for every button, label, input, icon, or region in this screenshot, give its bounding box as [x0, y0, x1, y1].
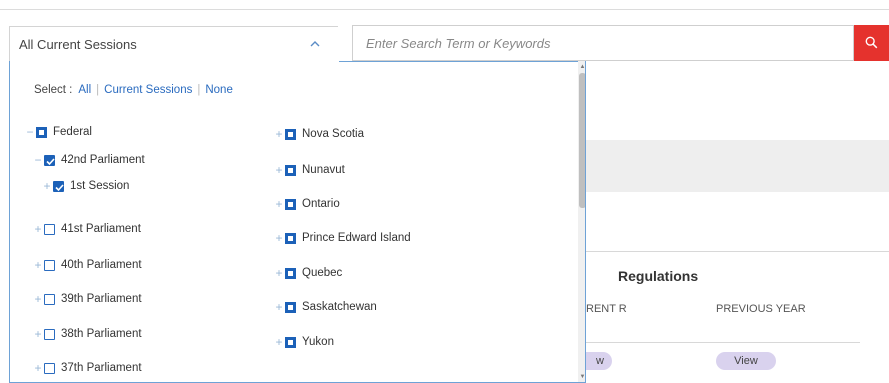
checkbox[interactable]: [285, 267, 296, 279]
regulations-heading: Regulations: [618, 268, 699, 284]
tree-node[interactable]: − 42nd Parliament: [34, 153, 145, 167]
checkbox[interactable]: [44, 293, 55, 305]
select-label: Select :: [34, 84, 73, 96]
checkbox[interactable]: [285, 198, 296, 210]
expand-toggle-icon[interactable]: +: [34, 258, 42, 272]
search-button[interactable]: [854, 25, 889, 61]
separator: |: [197, 84, 201, 96]
tree-node-label: 1st Session: [70, 180, 130, 192]
scroll-thumb[interactable]: [579, 73, 585, 208]
expand-toggle-icon[interactable]: +: [34, 361, 42, 375]
tree-node-label: Quebec: [302, 267, 343, 279]
tree-node-label: 40th Parliament: [61, 259, 142, 271]
tree-node-label: Ontario: [302, 198, 340, 210]
tree-node[interactable]: + Quebec: [275, 266, 342, 280]
checkbox[interactable]: [44, 223, 55, 235]
tree-node[interactable]: +1st Session: [43, 179, 129, 193]
chevron-up-icon: [310, 41, 320, 47]
checkmark-icon: [46, 157, 55, 165]
checkbox[interactable]: [285, 128, 296, 140]
select-none-link[interactable]: None: [205, 84, 233, 96]
tree-node-label: Nunavut: [302, 164, 345, 176]
dropdown-scrollbar[interactable]: ▲ ▼: [578, 61, 585, 382]
tree-node-label: 37th Parliament: [61, 362, 142, 374]
scroll-up-arrow-icon[interactable]: ▲: [579, 63, 585, 71]
expand-toggle-icon[interactable]: +: [275, 266, 283, 280]
tree-node-label: Nova Scotia: [302, 128, 365, 140]
tree-node[interactable]: +40th Parliament: [34, 258, 142, 272]
expand-toggle-icon[interactable]: −: [26, 125, 34, 139]
expand-toggle-icon[interactable]: +: [43, 179, 51, 193]
tree-node-label: Prince Edward Island: [302, 232, 411, 244]
checkbox[interactable]: [44, 259, 55, 271]
expand-toggle-icon[interactable]: +: [34, 292, 42, 306]
tree-node[interactable]: + Nova Scotia: [275, 127, 364, 141]
expand-toggle-icon[interactable]: +: [275, 231, 283, 245]
tree-node-label: 39th Parliament: [61, 293, 142, 305]
search-field[interactable]: [352, 25, 854, 61]
expand-toggle-icon[interactable]: +: [34, 222, 42, 236]
tree-node[interactable]: + Yukon: [275, 335, 334, 349]
session-select[interactable]: All Current Sessions: [9, 26, 338, 62]
expand-toggle-icon[interactable]: +: [34, 327, 42, 341]
tree-node[interactable]: + Saskatchewan: [275, 300, 377, 314]
tree-node-label: 42nd Parliament: [61, 154, 145, 166]
checkbox[interactable]: [44, 154, 55, 166]
checkmark-icon: [55, 183, 64, 191]
tree-node-label: Federal: [53, 126, 92, 138]
tree-node-label: Saskatchewan: [302, 301, 377, 313]
session-dropdown: Select : All | Current Sessions | None −…: [9, 61, 586, 383]
view-previous-button[interactable]: View: [716, 352, 776, 370]
current-year-header: RENT R: [586, 303, 627, 315]
checkbox[interactable]: [44, 362, 55, 374]
gray-band: [584, 140, 889, 192]
tree-node[interactable]: + Ontario: [275, 197, 340, 211]
checkbox[interactable]: [44, 328, 55, 340]
select-current-sessions-link[interactable]: Current Sessions: [104, 84, 192, 96]
select-row: Select : All | Current Sessions | None: [34, 84, 233, 96]
tree-node-label: 38th Parliament: [61, 328, 142, 340]
previous-year-header: PREVIOUS YEAR: [716, 303, 806, 315]
expand-toggle-icon[interactable]: +: [275, 300, 283, 314]
checkbox[interactable]: [285, 164, 296, 176]
select-all-link[interactable]: All: [78, 84, 91, 96]
scroll-down-arrow-icon[interactable]: ▼: [579, 373, 585, 381]
tree-node[interactable]: − Federal: [26, 125, 92, 139]
content-divider: [584, 251, 889, 252]
checkbox[interactable]: [285, 232, 296, 244]
tree-node[interactable]: +37th Parliament: [34, 361, 142, 375]
checkbox[interactable]: [53, 180, 64, 192]
session-select-value: All Current Sessions: [19, 37, 137, 52]
checkbox[interactable]: [285, 301, 296, 313]
expand-toggle-icon[interactable]: +: [275, 197, 283, 211]
expand-toggle-icon[interactable]: +: [275, 163, 283, 177]
tree-node[interactable]: +41st Parliament: [34, 222, 141, 236]
separator: |: [96, 84, 100, 96]
tree-node[interactable]: + Prince Edward Island: [275, 231, 411, 245]
expand-toggle-icon[interactable]: −: [34, 153, 42, 167]
expand-toggle-icon[interactable]: +: [275, 127, 283, 141]
table-divider: [584, 342, 860, 343]
search-input[interactable]: [353, 26, 853, 60]
checkbox[interactable]: [285, 336, 296, 348]
tree-node[interactable]: +39th Parliament: [34, 292, 142, 306]
top-divider: [0, 9, 889, 10]
tree-node-label: Yukon: [302, 336, 334, 348]
checkbox[interactable]: [36, 126, 47, 138]
tree-node[interactable]: + Nunavut: [275, 163, 345, 177]
tree-node[interactable]: +38th Parliament: [34, 327, 142, 341]
search-icon: [865, 36, 878, 49]
expand-toggle-icon[interactable]: +: [275, 335, 283, 349]
tree-node-label: 41st Parliament: [61, 223, 141, 235]
